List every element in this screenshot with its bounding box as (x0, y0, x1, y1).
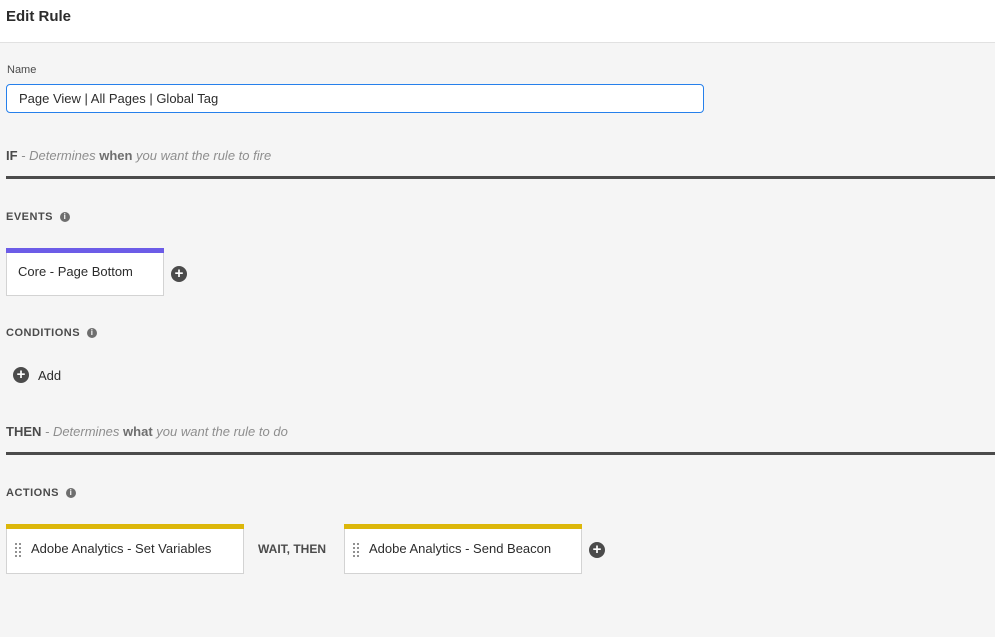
conditions-label-text: CONDITIONS (6, 327, 81, 339)
drag-handle-icon[interactable] (14, 542, 22, 558)
if-keyword: IF (6, 148, 18, 163)
info-icon[interactable]: i (60, 212, 71, 222)
then-section-heading: THEN - Determines what you want the rule… (6, 424, 288, 439)
name-field-label: Name (7, 64, 37, 76)
then-divider (6, 452, 995, 455)
then-suffix: you want the rule to do (152, 424, 288, 439)
actions-label: ACTIONS i (6, 487, 76, 499)
if-emphasis: when (99, 148, 133, 163)
then-prefix: - Determines (41, 424, 124, 439)
page-title: Edit Rule (6, 8, 72, 25)
conditions-label: CONDITIONS i (6, 327, 98, 339)
rule-name-input[interactable] (6, 84, 704, 113)
action-card-label: Adobe Analytics - Set Variables (31, 541, 212, 556)
if-section-heading: IF - Determines when you want the rule t… (6, 148, 271, 163)
info-icon[interactable]: i (66, 488, 76, 498)
add-action-plus-icon[interactable]: + (589, 542, 605, 558)
if-suffix: you want the rule to fire (132, 148, 272, 163)
wait-then-connector: WAIT, THEN (258, 542, 326, 556)
info-icon[interactable]: i (87, 328, 98, 338)
then-keyword: THEN (6, 424, 42, 439)
add-condition-plus-icon[interactable]: + (13, 367, 29, 383)
header: Edit Rule (0, 0, 995, 43)
if-divider (6, 176, 995, 179)
events-label-text: EVENTS (6, 211, 54, 223)
actions-label-text: ACTIONS (6, 487, 59, 499)
event-card-label: Core - Page Bottom (18, 264, 133, 279)
add-event-plus-icon[interactable]: + (171, 266, 187, 282)
action-card-send-beacon[interactable]: Adobe Analytics - Send Beacon (344, 524, 582, 574)
action-card-label: Adobe Analytics - Send Beacon (369, 541, 552, 556)
drag-handle-icon[interactable] (352, 542, 360, 558)
event-card-core-page-bottom[interactable]: Core - Page Bottom (6, 248, 164, 296)
then-emphasis: what (123, 424, 153, 439)
action-card-set-variables[interactable]: Adobe Analytics - Set Variables (6, 524, 244, 574)
events-label: EVENTS i (6, 211, 71, 223)
add-condition-button[interactable]: Add (38, 368, 61, 383)
if-prefix: - Determines (17, 148, 100, 163)
